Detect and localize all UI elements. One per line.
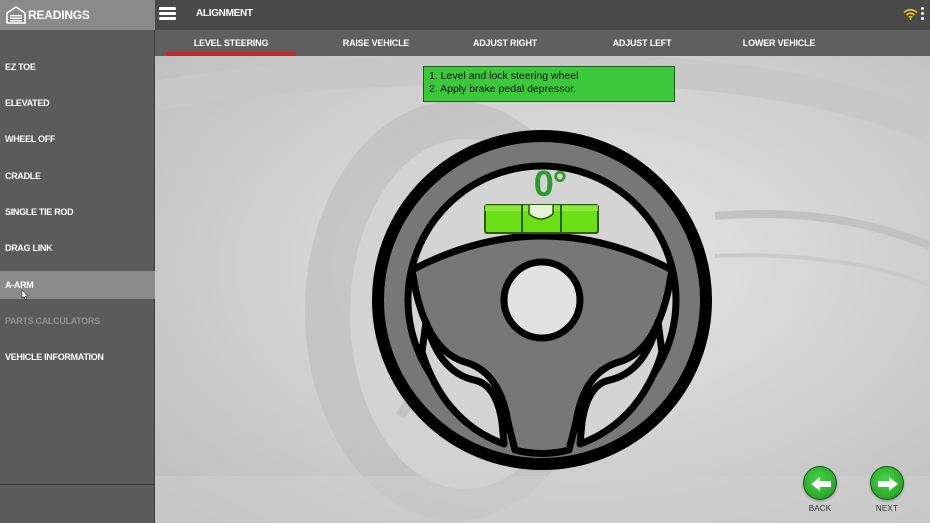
main-panel: 1. Level and lock steering wheel 2. Appl…: [155, 56, 930, 523]
page-title: ALIGNMENT: [196, 8, 253, 19]
sidebar-item-ez-toe[interactable]: EZ TOE: [0, 53, 155, 81]
wifi-icon: [903, 8, 918, 20]
top-bar: ALIGNMENT: [155, 0, 930, 30]
sidebar-title: READINGS: [28, 8, 90, 22]
sidebar-item-label: PARTS CALCULATORS: [5, 316, 100, 326]
tab-label: ADJUST RIGHT: [472, 38, 538, 48]
sidebar-item-label: SINGLE TIE ROD: [5, 207, 74, 217]
sidebar: READINGS EZ TOE ELEVATED WHEEL OFF CRADL…: [0, 0, 155, 523]
tab-lower-vehicle[interactable]: LOWER VEHICLE: [714, 30, 844, 56]
sidebar-item-label: VEHICLE INFORMATION: [5, 352, 104, 362]
sidebar-item-label: CRADLE: [5, 171, 41, 181]
sidebar-item-label: DRAG LINK: [5, 243, 53, 253]
sidebar-divider: [0, 484, 155, 485]
steering-angle-readout: 0°: [533, 163, 567, 204]
instruction-line-2: 2. Apply brake pedal depressor.: [429, 83, 577, 95]
sidebar-item-wheel-off[interactable]: WHEEL OFF: [0, 125, 155, 153]
tab-label: LEVEL STEERING: [193, 38, 269, 48]
sidebar-item-label: WHEEL OFF: [5, 134, 56, 144]
tab-label: LOWER VEHICLE: [742, 38, 816, 48]
sidebar-item-parts-calculators: PARTS CALCULATORS: [0, 307, 155, 335]
mouse-cursor-icon: [21, 290, 29, 300]
sidebar-item-label: ELEVATED: [5, 98, 50, 108]
tab-adjust-right[interactable]: ADJUST RIGHT: [440, 30, 570, 56]
sidebar-item-vehicle-information[interactable]: VEHICLE INFORMATION: [0, 343, 155, 371]
tab-raise-vehicle[interactable]: RAISE VEHICLE: [311, 30, 441, 56]
next-button[interactable]: [870, 466, 904, 500]
back-label: BACK: [808, 504, 832, 513]
sidebar-item-cradle[interactable]: CRADLE: [0, 162, 155, 190]
sidebar-item-single-tie-rod[interactable]: SINGLE TIE ROD: [0, 198, 155, 226]
arrow-left-icon: [811, 477, 831, 491]
bubble-level-icon: [484, 204, 599, 234]
tab-label: ADJUST LEFT: [612, 38, 672, 48]
sidebar-item-label: EZ TOE: [5, 62, 36, 72]
next-label: NEXT: [875, 504, 899, 513]
arrow-right-icon: [878, 477, 898, 491]
tab-bar: LEVEL STEERING RAISE VEHICLE ADJUST RIGH…: [155, 30, 930, 56]
menu-icon[interactable]: [159, 7, 176, 21]
sidebar-item-elevated[interactable]: ELEVATED: [0, 89, 155, 117]
sidebar-item-label: A-ARM: [5, 280, 34, 290]
instruction-line-1: 1. Level and lock steering wheel: [429, 70, 579, 82]
sidebar-header: READINGS: [0, 0, 155, 30]
garage-icon: [6, 6, 26, 24]
tab-adjust-left[interactable]: ADJUST LEFT: [577, 30, 707, 56]
sidebar-item-drag-link[interactable]: DRAG LINK: [0, 234, 155, 262]
tab-label: RAISE VEHICLE: [342, 38, 410, 48]
instruction-box: 1. Level and lock steering wheel 2. Appl…: [423, 66, 675, 102]
kebab-menu-icon[interactable]: [921, 7, 925, 23]
back-button[interactable]: [803, 466, 837, 500]
